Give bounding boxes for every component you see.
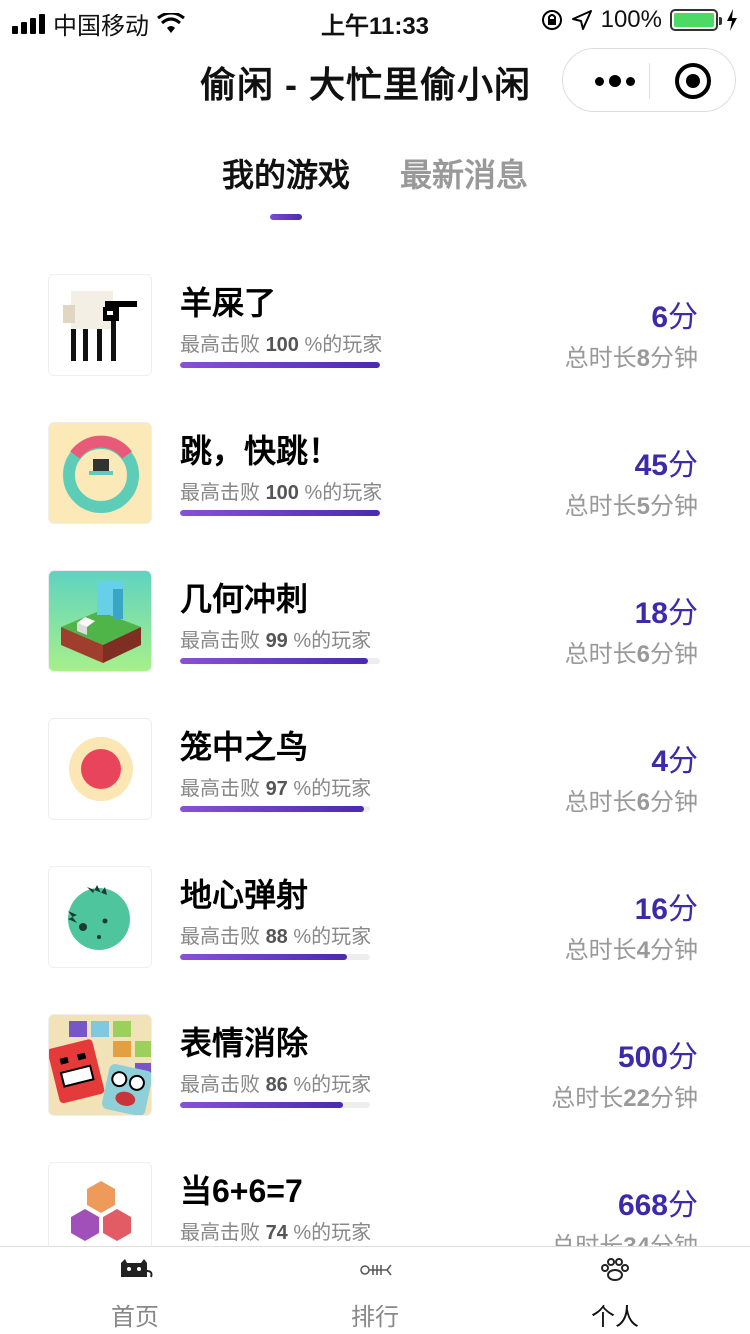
location-icon: [571, 10, 592, 30]
content-tabs: 我的游戏 最新消息: [0, 150, 750, 230]
tab-indicator: [270, 214, 302, 220]
game-thumbnail-emoji: [48, 1014, 152, 1116]
total-duration: 总时长6分钟: [564, 641, 698, 668]
game-item[interactable]: 几何冲刺 最高击败 99 %的玩家 18分 总时长6分钟: [0, 542, 750, 690]
mini-program-capsule: [562, 48, 736, 112]
fish-bone-icon: [360, 1264, 392, 1276]
capsule-divider: [649, 63, 650, 99]
game-thumbnail-hexagon: [48, 1162, 152, 1246]
total-duration: 总时长5分钟: [564, 493, 698, 520]
total-duration: 总时长8分钟: [564, 345, 698, 372]
game-name: 几何冲刺: [180, 581, 309, 617]
game-list: 羊屎了 最高击败 100 %的玩家 6分 总时长8分钟 跳，快跳！ 最高击败 1…: [0, 246, 750, 1246]
paw-icon: [601, 1258, 629, 1281]
page-title: 偷闲 - 大忙里偷小闲: [200, 64, 531, 105]
game-score: 500分: [617, 1041, 698, 1074]
battery-percent: 100%: [600, 6, 662, 33]
tabbar-ranking[interactable]: 排行: [250, 1247, 500, 1334]
game-score: 18分: [634, 597, 698, 630]
tab-latest-news[interactable]: 最新消息: [400, 150, 528, 196]
rotation-lock-icon: [541, 10, 562, 30]
game-item[interactable]: 当6+6=7 最高击败 74 %的玩家 668分 总时长34分钟: [0, 1134, 750, 1246]
navigation-bar: 偷闲 - 大忙里偷小闲: [0, 44, 750, 120]
beat-rate: 最高击败 74 %的玩家: [180, 1222, 372, 1244]
game-thumbnail-geometry: [48, 570, 152, 672]
more-options-button[interactable]: [585, 49, 645, 113]
tabbar-home-label: 首页: [111, 1304, 159, 1331]
beat-progress-bar: [180, 658, 380, 664]
beat-rate: 最高击败 100 %的玩家: [180, 334, 383, 356]
beat-progress-bar: [180, 1102, 370, 1108]
tabbar-home[interactable]: 首页: [10, 1247, 260, 1334]
status-right: 100%: [541, 6, 738, 34]
tab-my-games[interactable]: 我的游戏: [222, 150, 350, 196]
game-thumbnail-earth-core: [48, 866, 152, 968]
game-score: 6分: [651, 301, 698, 334]
beat-progress-bar: [180, 510, 380, 516]
charging-icon: [727, 9, 737, 31]
beat-rate: 最高击败 86 %的玩家: [180, 1074, 372, 1096]
total-duration: 总时长34分钟: [551, 1226, 698, 1246]
beat-progress-bar: [180, 806, 370, 812]
beat-rate: 最高击败 88 %的玩家: [180, 926, 372, 948]
game-item[interactable]: 跳，快跳！ 最高击败 100 %的玩家 45分 总时长5分钟: [0, 394, 750, 542]
beat-rate: 最高击败 99 %的玩家: [180, 630, 372, 652]
bottom-tab-bar: 首页 排行 个人: [0, 1246, 750, 1334]
game-name: 跳，快跳！: [180, 433, 341, 469]
game-score: 16分: [634, 893, 698, 926]
tabbar-profile[interactable]: 个人: [490, 1247, 740, 1334]
game-thumbnail-sheep: [48, 274, 152, 376]
game-item[interactable]: 地心弹射 最高击败 88 %的玩家 16分 总时长4分钟: [0, 838, 750, 986]
game-name: 表情消除: [180, 1025, 309, 1061]
close-button[interactable]: [675, 63, 711, 99]
game-score: 45分: [634, 449, 698, 482]
game-score: 4分: [651, 745, 698, 778]
beat-rate: 最高击败 97 %的玩家: [180, 778, 372, 800]
game-thumbnail-ring: [48, 422, 152, 524]
status-bar: 中国移动 上午11:33 100%: [0, 0, 750, 40]
total-duration: 总时长22分钟: [551, 1085, 698, 1112]
cat-icon: [121, 1259, 153, 1278]
tabbar-profile-label: 个人: [591, 1304, 639, 1331]
tabbar-ranking-label: 排行: [351, 1304, 399, 1331]
game-item[interactable]: 表情消除 最高击败 86 %的玩家 500分 总时长22分钟: [0, 986, 750, 1134]
battery-icon: [670, 9, 722, 31]
beat-progress-bar: [180, 362, 380, 368]
beat-rate: 最高击败 100 %的玩家: [180, 482, 383, 504]
game-name: 羊屎了: [180, 285, 277, 321]
game-item[interactable]: 羊屎了 最高击败 100 %的玩家 6分 总时长8分钟: [0, 246, 750, 394]
total-duration: 总时长6分钟: [564, 789, 698, 816]
game-name: 地心弹射: [180, 877, 309, 913]
game-thumbnail-bird: [48, 718, 152, 820]
game-name: 当6+6=7: [180, 1173, 303, 1209]
game-item[interactable]: 笼中之鸟 最高击败 97 %的玩家 4分 总时长6分钟: [0, 690, 750, 838]
game-score: 668分: [617, 1189, 698, 1222]
total-duration: 总时长4分钟: [564, 937, 698, 964]
beat-progress-bar: [180, 954, 370, 960]
game-name: 笼中之鸟: [180, 729, 309, 765]
